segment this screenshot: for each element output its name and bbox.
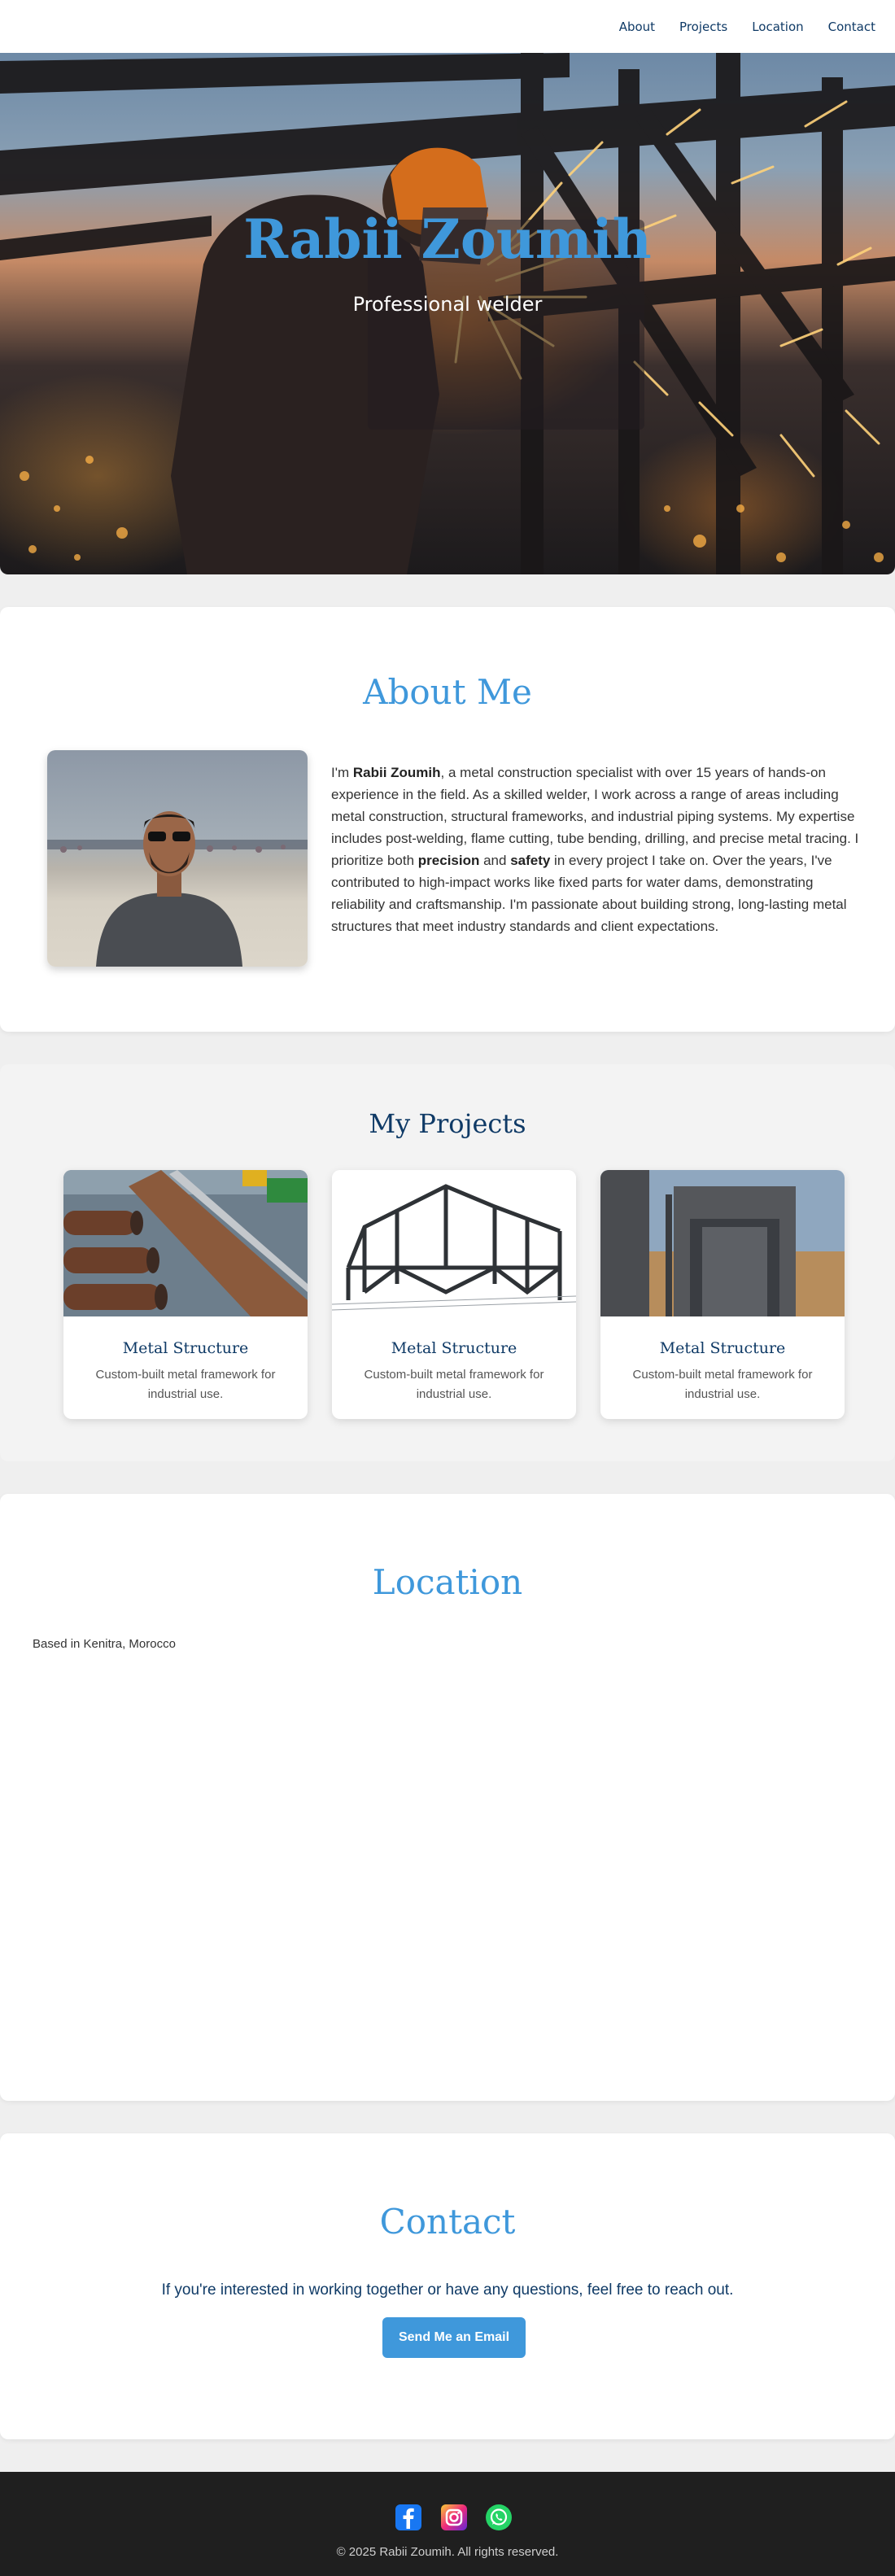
top-nav: About Projects Location Contact bbox=[0, 0, 895, 53]
project-card[interactable]: Metal Structure Custom-built metal frame… bbox=[63, 1170, 308, 1419]
nav-link-about[interactable]: About bbox=[619, 20, 655, 34]
hero-subtitle: Professional welder bbox=[352, 293, 543, 316]
whatsapp-icon[interactable] bbox=[486, 2504, 512, 2530]
about-title: About Me bbox=[363, 672, 532, 712]
location-title: Location bbox=[372, 1562, 523, 1602]
instagram-icon[interactable] bbox=[441, 2504, 467, 2530]
contact-text: If you're interested in working together… bbox=[161, 2281, 734, 2299]
about-section: About Me I'm Rabii Zoumih, a metal const… bbox=[0, 607, 895, 1032]
send-email-button[interactable]: Send Me an Email bbox=[382, 2317, 526, 2358]
projects-title: My Projects bbox=[369, 1108, 526, 1139]
contact-section: Contact If you're interested in working … bbox=[0, 2133, 895, 2439]
location-section: Location Based in Kenitra, Morocco bbox=[0, 1494, 895, 2101]
location-text: Based in Kenitra, Morocco bbox=[33, 1637, 176, 1651]
about-text-part: I'm bbox=[331, 765, 353, 780]
project-image bbox=[63, 1170, 308, 1316]
project-title: Metal Structure bbox=[391, 1339, 517, 1357]
project-description: Custom-built metal framework for industr… bbox=[632, 1368, 813, 1401]
project-title: Metal Structure bbox=[659, 1339, 786, 1357]
copyright-text: © 2025 Rabii Zoumih. All rights reserved… bbox=[336, 2545, 559, 2559]
project-image bbox=[600, 1170, 845, 1316]
project-description: Custom-built metal framework for industr… bbox=[364, 1368, 544, 1401]
project-card[interactable]: Metal Structure Custom-built metal frame… bbox=[600, 1170, 845, 1419]
profile-photo bbox=[47, 750, 308, 967]
nav-link-contact[interactable]: Contact bbox=[828, 20, 875, 34]
project-description: Custom-built metal framework for industr… bbox=[95, 1368, 276, 1401]
about-text: I'm Rabii Zoumih, a metal construction s… bbox=[331, 762, 860, 937]
nav-link-projects[interactable]: Projects bbox=[679, 20, 727, 34]
about-safety: safety bbox=[510, 853, 551, 868]
facebook-icon[interactable] bbox=[395, 2504, 421, 2530]
footer: © 2025 Rabii Zoumih. All rights reserved… bbox=[0, 2472, 895, 2576]
contact-title: Contact bbox=[379, 2202, 516, 2242]
about-name: Rabii Zoumih bbox=[352, 765, 441, 780]
nav-link-location[interactable]: Location bbox=[752, 20, 803, 34]
project-card[interactable]: Metal Structure Custom-built metal frame… bbox=[332, 1170, 576, 1419]
hero-title: Rabii Zoumih bbox=[243, 207, 652, 271]
project-image bbox=[332, 1170, 576, 1316]
project-title: Metal Structure bbox=[122, 1339, 249, 1357]
about-precision: precision bbox=[417, 853, 480, 868]
about-text-part: and bbox=[479, 853, 511, 868]
